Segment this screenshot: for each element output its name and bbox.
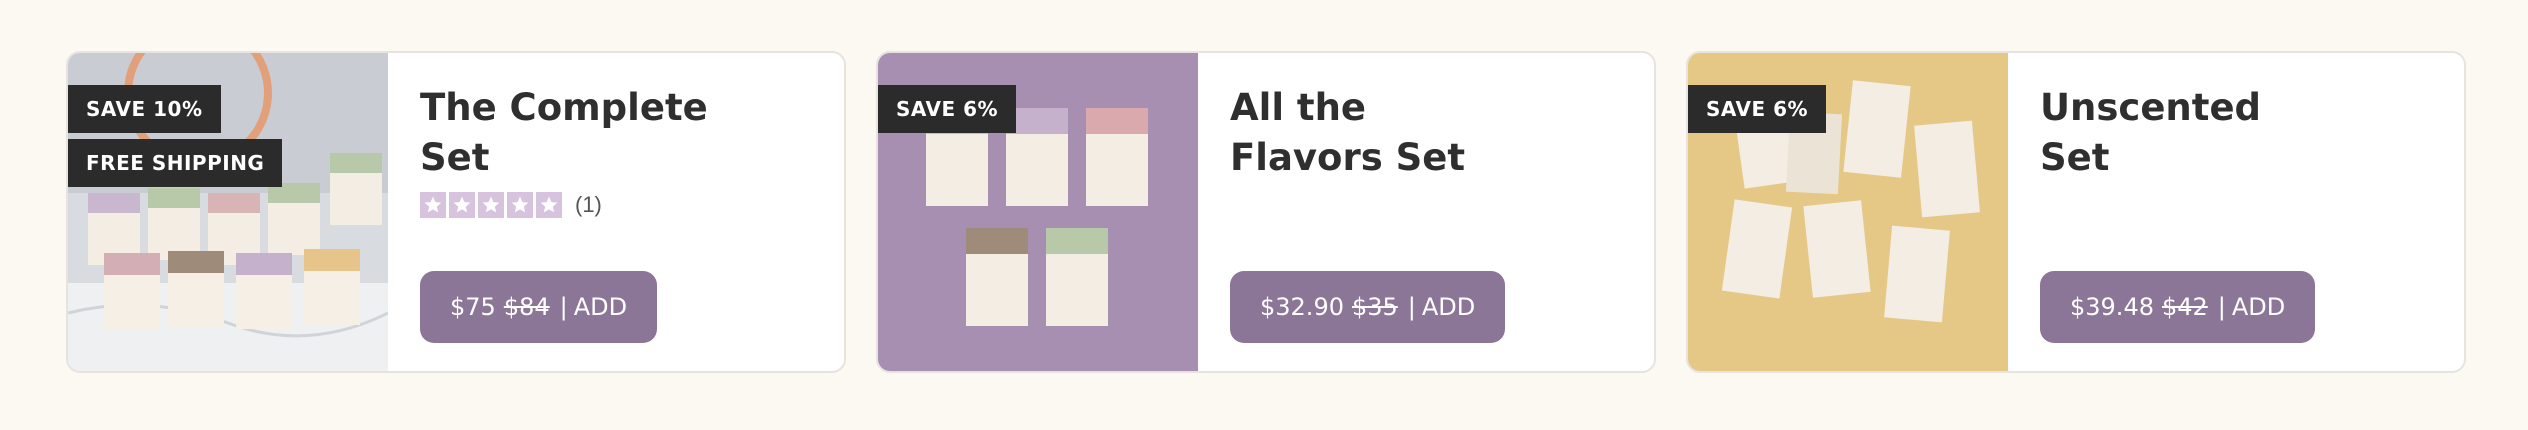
product-card-all-flavors-set[interactable]: SAVE 6% All the Flavors Set $32.90 $35 |… — [876, 51, 1656, 373]
compare-price: $84 — [503, 293, 550, 321]
compare-price: $35 — [1351, 293, 1398, 321]
review-count: (1) — [575, 192, 602, 217]
add-to-cart-button[interactable]: $75 $84 | ADD — [420, 271, 658, 343]
free-shipping-badge: FREE SHIPPING — [68, 139, 283, 187]
sale-price: $39.48 — [2070, 293, 2154, 321]
add-label: ADD — [2231, 293, 2286, 321]
star-icon — [478, 192, 504, 218]
product-title[interactable]: All the Flavors Set — [1230, 83, 1610, 183]
price-separator: | — [559, 293, 568, 321]
product-title[interactable]: Unscented Set — [2040, 83, 2420, 183]
product-card-unscented-set[interactable]: SAVE 6% Unscented Set $39.48 $42 | ADD — [1686, 51, 2466, 373]
product-image[interactable]: SAVE 10% FREE SHIPPING — [68, 53, 388, 371]
price-separator: | — [2217, 293, 2226, 321]
add-to-cart-button[interactable]: $39.48 $42 | ADD — [2040, 271, 2316, 343]
sale-price: $75 — [450, 293, 496, 321]
compare-price: $42 — [2161, 293, 2208, 321]
add-label: ADD — [573, 293, 628, 321]
star-icon — [536, 192, 562, 218]
product-title[interactable]: The Complete Set — [420, 83, 800, 183]
save-badge: SAVE 6% — [878, 85, 1017, 133]
star-icon — [507, 192, 533, 218]
product-image[interactable]: SAVE 6% — [878, 53, 1198, 371]
price-separator: | — [1407, 293, 1416, 321]
star-rating[interactable]: (1) — [420, 191, 602, 219]
save-badge: SAVE 10% — [68, 85, 221, 133]
star-icon — [449, 192, 475, 218]
product-card-complete-set[interactable]: SAVE 10% FREE SHIPPING The Complete Set … — [66, 51, 846, 373]
product-image[interactable]: SAVE 6% — [1688, 53, 2008, 371]
sale-price: $32.90 — [1260, 293, 1344, 321]
save-badge: SAVE 6% — [1688, 85, 1827, 133]
add-label: ADD — [1421, 293, 1476, 321]
add-to-cart-button[interactable]: $32.90 $35 | ADD — [1230, 271, 1506, 343]
star-icon — [420, 192, 446, 218]
